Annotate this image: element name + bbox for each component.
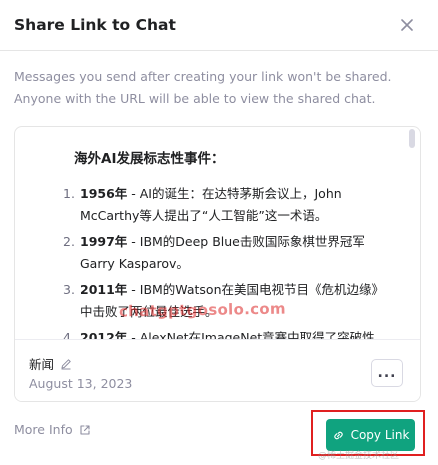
link-icon — [333, 431, 343, 439]
preview-heading: 海外AI发展标志性事件： — [74, 151, 225, 167]
preview-scrollbar[interactable] — [409, 129, 415, 148]
chat-date: August 13, 2023 — [29, 376, 133, 391]
copy-link-label: Copy Link — [350, 428, 410, 442]
copy-link-button[interactable]: Copy Link — [326, 419, 415, 451]
dialog-description: Messages you send after creating your li… — [14, 69, 392, 106]
list-item: 4. 2012年 - AlexNet在ImageNet竞赛中取得了突破性 — [63, 330, 375, 339]
shared-chat-card: 海外AI发展标志性事件： 1. 1956年 - AI的诞生：在达特茅斯会议上，Jo… — [14, 126, 421, 402]
dialog-title: Share Link to Chat — [14, 16, 176, 34]
more-info-link[interactable]: More Info — [14, 422, 91, 437]
close-button[interactable] — [396, 14, 418, 36]
list-item: 2. 1997年 - IBM的Deep Blue击败国际象棋世界冠军Garry K… — [63, 234, 365, 271]
external-link-icon — [80, 424, 90, 435]
chat-name[interactable]: 新闻 — [29, 354, 72, 373]
close-icon — [401, 19, 413, 31]
site-watermark: chatgptgosolo.com — [118, 299, 287, 321]
chat-name-label: 新闻 — [29, 357, 55, 372]
chat-info-footer: 新闻 August 13, 2023 ... — [15, 339, 420, 401]
list-item: 1. 1956年 - AI的诞生：在达特茅斯会议上，John McCarthy等人… — [63, 186, 342, 223]
dialog-header: Share Link to Chat — [0, 0, 438, 51]
more-options-button[interactable]: ... — [371, 359, 403, 387]
pencil-icon[interactable] — [60, 358, 72, 370]
more-info-label: More Info — [14, 422, 73, 437]
chat-preview[interactable]: 海外AI发展标志性事件： 1. 1956年 - AI的诞生：在达特茅斯会议上，Jo… — [15, 127, 420, 339]
corner-watermark: @稀土掘金技术社区 — [318, 451, 400, 461]
